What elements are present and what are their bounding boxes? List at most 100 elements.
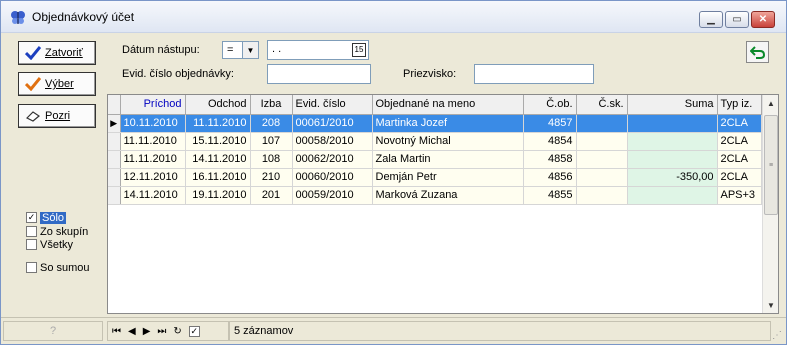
resize-grip-icon[interactable]: ⋰ <box>772 330 782 341</box>
table-row[interactable]: ▶ 10.11.2010 11.11.2010 208 00061/2010 Martin… <box>108 114 762 133</box>
column-header-odchod[interactable]: Odchod <box>185 95 251 115</box>
column-header-izba[interactable]: Izba <box>250 95 293 115</box>
calendar-icon[interactable]: 15 <box>352 43 366 57</box>
table-cell[interactable]: 210 <box>250 168 293 187</box>
row-indicator[interactable] <box>108 132 121 151</box>
table-cell[interactable]: 2CLA <box>717 132 762 151</box>
table-cell[interactable]: 16.11.2010 <box>185 168 251 187</box>
last-record-icon[interactable]: ⏭ <box>157 326 166 337</box>
minimize-button[interactable]: ▁ <box>699 11 723 28</box>
table-cell[interactable]: 2CLA <box>717 114 762 133</box>
table-cell[interactable]: 11.11.2010 <box>120 132 186 151</box>
table-cell[interactable]: 4856 <box>523 168 577 187</box>
table-row[interactable]: 14.11.2010 19.11.2010 201 00059/2010 Marková… <box>108 186 762 205</box>
table-cell[interactable] <box>627 150 718 169</box>
date-value: . . <box>272 43 282 55</box>
column-header-suma[interactable]: Suma <box>627 95 718 115</box>
column-header-csk[interactable]: Č.sk. <box>576 95 628 115</box>
priezvisko-field[interactable] <box>474 64 594 84</box>
table-cell[interactable]: Novotný Michal <box>372 132 524 151</box>
column-header-evid-cislo[interactable]: Evid. číslo <box>292 95 373 115</box>
vsetky-checkbox[interactable] <box>26 239 37 250</box>
row-indicator[interactable] <box>108 186 121 205</box>
table-cell[interactable] <box>576 186 628 205</box>
table-cell[interactable] <box>576 150 628 169</box>
table-cell[interactable]: 00061/2010 <box>292 114 373 133</box>
table-cell[interactable]: 2CLA <box>717 168 762 187</box>
status-bar: ? ⏮ ◀ ▶ ⏭ ↻ ✓ 5 záznamov ⋰ <box>1 317 786 344</box>
so-sumou-option[interactable]: So sumou <box>26 261 90 274</box>
table-cell[interactable]: 14.11.2010 <box>120 186 186 205</box>
confirm-checkbox[interactable]: ✓ <box>188 325 200 337</box>
first-record-icon[interactable]: ⏮ <box>112 326 121 337</box>
vertical-scrollbar[interactable]: ▲ ≡ ▼ <box>762 95 778 313</box>
table-row[interactable]: 11.11.2010 14.11.2010 108 00062/2010 Zala Ma… <box>108 150 762 169</box>
table-cell[interactable]: 15.11.2010 <box>185 132 251 151</box>
table-cell[interactable] <box>576 168 628 187</box>
table-cell[interactable]: Demján Petr <box>372 168 524 187</box>
evid-field[interactable] <box>267 64 371 84</box>
reload-icon[interactable]: ↻ <box>173 326 181 337</box>
table-cell[interactable]: Martinka Jozef <box>372 114 524 133</box>
scroll-down-icon[interactable]: ▼ <box>763 297 779 313</box>
column-header-cob[interactable]: Č.ob. <box>523 95 577 115</box>
table-cell[interactable] <box>576 114 628 133</box>
row-indicator[interactable]: ▶ <box>108 114 121 133</box>
column-header-meno[interactable]: Objednané na meno <box>372 95 524 115</box>
table-cell[interactable]: 00060/2010 <box>292 168 373 187</box>
column-header-prichod[interactable]: Príchod <box>120 95 186 115</box>
zo-skupin-checkbox[interactable] <box>26 226 37 237</box>
table-cell[interactable] <box>576 132 628 151</box>
table-cell[interactable]: 00059/2010 <box>292 186 373 205</box>
table-row[interactable]: 12.11.2010 16.11.2010 210 00060/2010 Demján … <box>108 168 762 187</box>
table-row[interactable]: 11.11.2010 15.11.2010 107 00058/2010 Novotný… <box>108 132 762 151</box>
table-cell[interactable]: APS+3 <box>717 186 762 205</box>
zatvorit-button[interactable]: Zatvoriť <box>18 41 96 65</box>
table-cell[interactable]: 10.11.2010 <box>120 114 186 133</box>
table-cell[interactable]: Zala Martin <box>372 150 524 169</box>
row-indicator[interactable] <box>108 168 121 187</box>
close-button[interactable]: ✕ <box>751 11 775 28</box>
refresh-button[interactable] <box>746 41 769 63</box>
vyber-button[interactable]: Výber <box>18 72 96 96</box>
so-sumou-checkbox[interactable] <box>26 262 37 273</box>
table-cell[interactable]: 4858 <box>523 150 577 169</box>
operator-select[interactable]: = ▼ <box>222 41 259 59</box>
table-cell[interactable]: 2CLA <box>717 150 762 169</box>
table-cell[interactable] <box>627 132 718 151</box>
maximize-button[interactable]: ▭ <box>725 11 749 28</box>
table-cell[interactable]: -350,00 <box>627 168 718 187</box>
date-field[interactable]: . . 15 <box>267 40 369 60</box>
table-cell[interactable]: 208 <box>250 114 293 133</box>
vsetky-option[interactable]: Všetky <box>26 238 73 251</box>
table-cell[interactable]: 107 <box>250 132 293 151</box>
table-cell[interactable]: 11.11.2010 <box>185 114 251 133</box>
zo-skupin-option[interactable]: Zo skupín <box>26 225 88 238</box>
table-cell[interactable] <box>627 186 718 205</box>
column-header-typ-iz[interactable]: Typ iz. <box>717 95 762 115</box>
table-cell[interactable]: 14.11.2010 <box>185 150 251 169</box>
row-indicator[interactable] <box>108 150 121 169</box>
table-cell[interactable]: 00058/2010 <box>292 132 373 151</box>
table-cell[interactable]: 12.11.2010 <box>120 168 186 187</box>
table-cell[interactable]: Marková Zuzana <box>372 186 524 205</box>
table-cell[interactable]: 11.11.2010 <box>120 150 186 169</box>
scroll-up-icon[interactable]: ▲ <box>763 95 779 111</box>
pozri-button[interactable]: Pozri <box>18 104 96 128</box>
next-record-icon[interactable]: ▶ <box>143 326 151 337</box>
table-cell[interactable]: 201 <box>250 186 293 205</box>
table-header-row: Príchod Odchod Izba Evid. číslo Objednan… <box>108 95 762 115</box>
table-cell[interactable]: 4855 <box>523 186 577 205</box>
scroll-thumb[interactable]: ≡ <box>764 115 778 215</box>
help-cell[interactable]: ? <box>3 321 103 341</box>
solo-option[interactable]: ✓ Sólo <box>26 211 67 224</box>
table-cell[interactable]: 4854 <box>523 132 577 151</box>
table-cell[interactable]: 108 <box>250 150 293 169</box>
chevron-down-icon[interactable]: ▼ <box>242 42 258 58</box>
table-cell[interactable]: 00062/2010 <box>292 150 373 169</box>
solo-checkbox[interactable]: ✓ <box>26 212 37 223</box>
table-cell[interactable]: 4857 <box>523 114 577 133</box>
table-cell[interactable] <box>627 114 718 133</box>
prev-record-icon[interactable]: ◀ <box>128 326 136 337</box>
table-cell[interactable]: 19.11.2010 <box>185 186 251 205</box>
